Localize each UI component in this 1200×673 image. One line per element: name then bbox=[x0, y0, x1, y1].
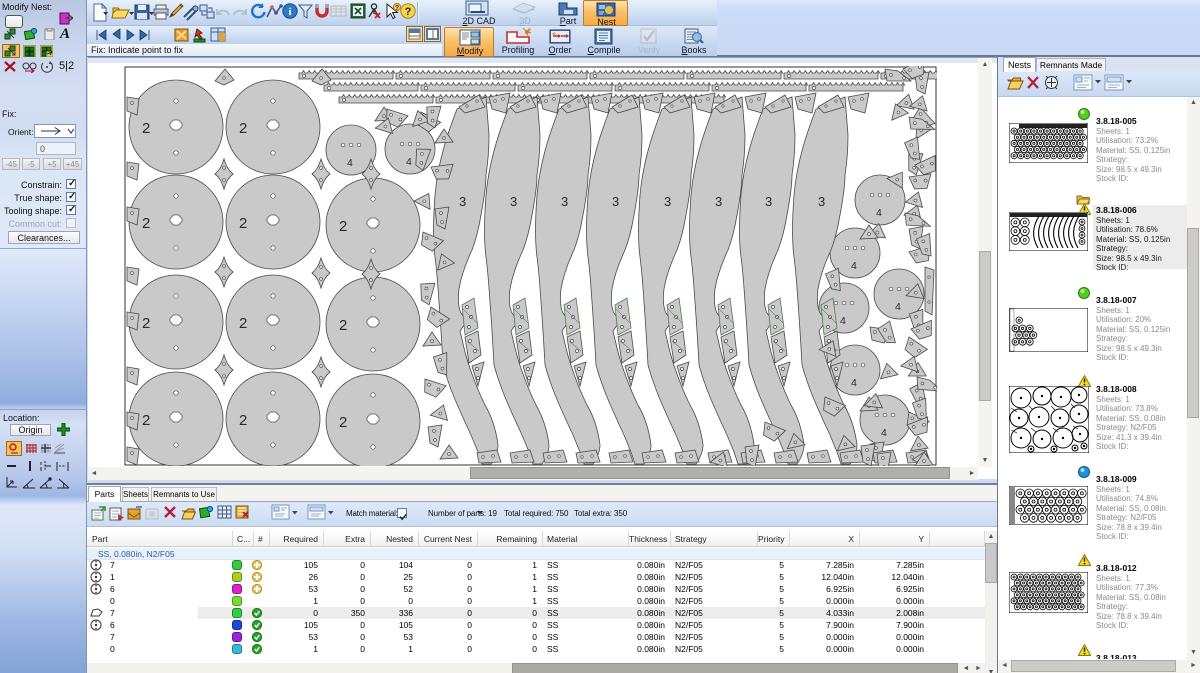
svg-text:?: ? bbox=[395, 5, 399, 12]
svg-text:i: i bbox=[288, 6, 291, 18]
svg-text:?: ? bbox=[405, 6, 412, 18]
